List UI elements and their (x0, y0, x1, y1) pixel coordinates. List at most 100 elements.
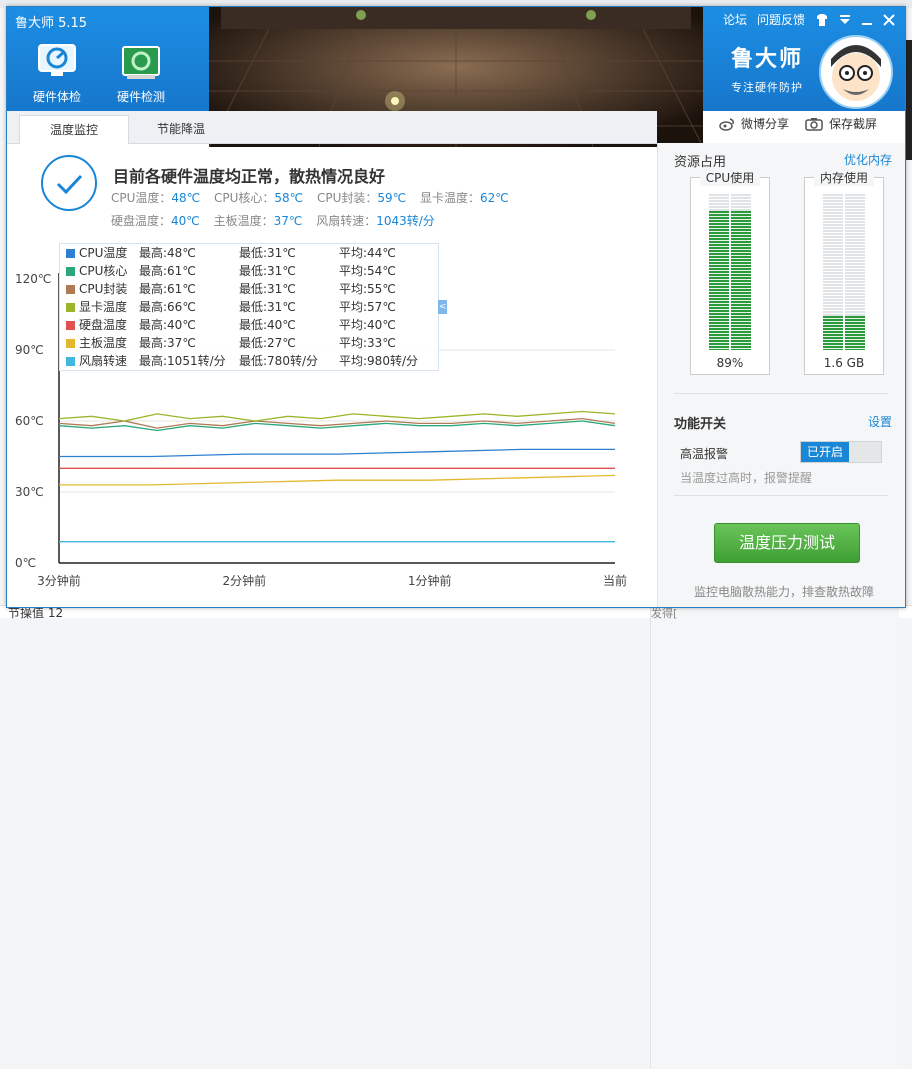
cpu-usage-caption: CPU使用 (700, 169, 760, 186)
weibo-icon (719, 117, 734, 131)
y-tick-label: 30℃ (15, 485, 44, 499)
optimize-memory-link[interactable]: 优化内存 (844, 151, 892, 168)
metrics-line-1: CPU温度：48℃ CPU核心：58℃ CPU封装：59℃ 显卡温度：62℃ (111, 189, 519, 206)
legend-avg: 平均:55℃ (339, 282, 396, 296)
metric-board-temp: 主板温度：37℃ (214, 214, 303, 228)
legend-avg: 平均:980转/分 (339, 354, 418, 368)
series-line (58, 410, 616, 422)
legend-name: CPU封装 (79, 282, 128, 296)
legend-avg: 平均:33℃ (339, 336, 396, 350)
legend-swatch (66, 339, 75, 348)
legend-swatch (66, 267, 75, 276)
gauge-column (731, 194, 751, 350)
metric-value: 59℃ (377, 191, 407, 205)
settings-link[interactable]: 设置 (868, 413, 892, 430)
metric-value: 48℃ (171, 191, 201, 205)
save-screenshot-button[interactable]: 保存截屏 (805, 115, 877, 132)
x-tick-label: 2分钟前 (223, 573, 267, 588)
memory-usage-gauge: 内存使用 1.6 GB (804, 169, 884, 375)
mascot-avatar (819, 35, 893, 109)
legend-row: 硬盘温度 最高:40℃ 最低:40℃ 平均:40℃ (60, 316, 438, 334)
metric-gpu-temp: 显卡温度：62℃ (420, 191, 509, 205)
circuit-board-icon (122, 46, 160, 79)
close-icon[interactable] (883, 13, 895, 26)
metric-cpu-core: CPU核心：58℃ (214, 191, 303, 205)
background-window-edge (906, 40, 912, 160)
camera-icon (805, 117, 823, 131)
legend-max: 最高:61℃ (139, 282, 196, 296)
x-tick-label: 3分钟前 (37, 573, 81, 588)
legend-name: 风扇转速 (79, 354, 128, 368)
feedback-link[interactable]: 问题反馈 (757, 11, 805, 28)
weibo-share-label: 微博分享 (741, 117, 790, 131)
metric-label: 显卡温度： (419, 191, 480, 205)
minimize-icon[interactable] (861, 14, 873, 26)
y-tick-label: 120℃ (15, 272, 51, 286)
legend-name: 主板温度 (79, 336, 128, 350)
memory-usage-bars (823, 194, 865, 350)
y-tick-label: 60℃ (15, 414, 44, 428)
nav-hardware-detect[interactable]: 硬件检测 (99, 39, 183, 107)
header-links: 论坛 问题反馈 (723, 11, 895, 28)
forum-link[interactable]: 论坛 (723, 11, 747, 28)
menu-dropdown-icon[interactable] (839, 14, 851, 26)
brand: 鲁大师 专注硬件防护 (731, 41, 803, 95)
metric-cpu-temp: CPU温度：48℃ (111, 191, 200, 205)
gauge-fill (731, 211, 751, 350)
metrics-line-2: 硬盘温度：40℃ 主板温度：37℃ 风扇转速：1043转/分 (111, 212, 445, 229)
legend-min: 最低:27℃ (239, 336, 296, 350)
legend-min: 最低:40℃ (239, 318, 296, 332)
legend-min: 最低:31℃ (239, 264, 296, 278)
skin-icon[interactable] (815, 13, 829, 26)
legend-avg: 平均:57℃ (339, 300, 396, 314)
metric-disk-temp: 硬盘温度：40℃ (111, 214, 200, 228)
save-screenshot-label: 保存截屏 (829, 117, 878, 131)
metric-fan-speed: 风扇转速：1043转/分 (316, 214, 435, 228)
tab-energy-saving[interactable]: 节能降温 (143, 115, 227, 143)
gauge-fill (845, 315, 865, 350)
high-temp-alarm-toggle[interactable]: 已开启 (800, 441, 882, 463)
legend-collapse-icon[interactable]: < (438, 300, 447, 314)
brand-slogan: 专注硬件防护 (731, 81, 803, 94)
right-panel: 资源占用 优化内存 CPU使用 89% 内存使用 1.6 GB 功能开关 设置 … (657, 143, 905, 607)
metric-label: CPU封装： (316, 191, 378, 205)
x-tick-label: 1分钟前 (408, 573, 452, 588)
metric-value: 62℃ (479, 191, 509, 205)
status-ok-icon (41, 155, 97, 211)
legend-max: 最高:66℃ (139, 300, 196, 314)
toggle-on-state: 已开启 (801, 442, 849, 462)
nav-hardware-checkup[interactable]: 硬件体检 (15, 39, 99, 107)
chart-legend: CPU温度 最高:48℃ 最低:31℃ 平均:44℃ CPU核心 最高:61℃ 最低:31… (59, 243, 447, 371)
legend-max: 最高:61℃ (139, 264, 196, 278)
tab-temperature-monitor[interactable]: 温度监控 (19, 115, 129, 144)
memory-usage-caption: 内存使用 (814, 169, 874, 186)
legend-swatch (66, 285, 75, 294)
brand-name: 鲁大师 (731, 47, 804, 72)
legend-row: 风扇转速 最高:1051转/分 最低:780转/分 平均:980转/分 (60, 352, 438, 370)
legend-min: 最低:31℃ (239, 246, 296, 260)
gauge-fill (709, 211, 729, 350)
legend-name: 显卡温度 (79, 300, 128, 314)
cpu-usage-value: 89% (716, 356, 744, 370)
temperature-chart: 120℃ 90℃ 60℃ 30℃ 0℃ 3分钟前 2分钟前 1分钟前 当前 CPU温度 最高:48… (7, 243, 657, 593)
legend-swatch (66, 321, 75, 330)
temperature-stress-test-button[interactable]: 温度压力测试 (714, 523, 860, 563)
weibo-share-button[interactable]: 微博分享 (719, 115, 789, 132)
metric-label: 风扇转速： (316, 214, 377, 228)
app-window: 鲁大师 5.15 硬件体检 硬件检测 论坛 问题反馈 鲁大师 专注硬件防护 温度… (6, 6, 906, 608)
cpu-usage-gauge: CPU使用 89% (690, 169, 770, 375)
legend-max: 最高:48℃ (139, 246, 196, 260)
legend-avg: 平均:40℃ (339, 318, 396, 332)
legend-swatch (66, 249, 75, 258)
metric-label: CPU核心： (213, 191, 275, 205)
y-tick-label: 0℃ (15, 556, 36, 570)
nav-label: 硬件检测 (116, 90, 165, 104)
mascot-face-icon (831, 45, 881, 101)
status-headline: 目前各硬件温度均正常，散热情况良好 (113, 167, 386, 186)
background-text-right: 发得[ (650, 605, 899, 1069)
divider (674, 495, 888, 496)
memory-usage-value: 1.6 GB (823, 356, 865, 370)
gauge-column (845, 194, 865, 350)
legend-name: 硬盘温度 (79, 318, 128, 332)
legend-swatch (66, 357, 75, 366)
